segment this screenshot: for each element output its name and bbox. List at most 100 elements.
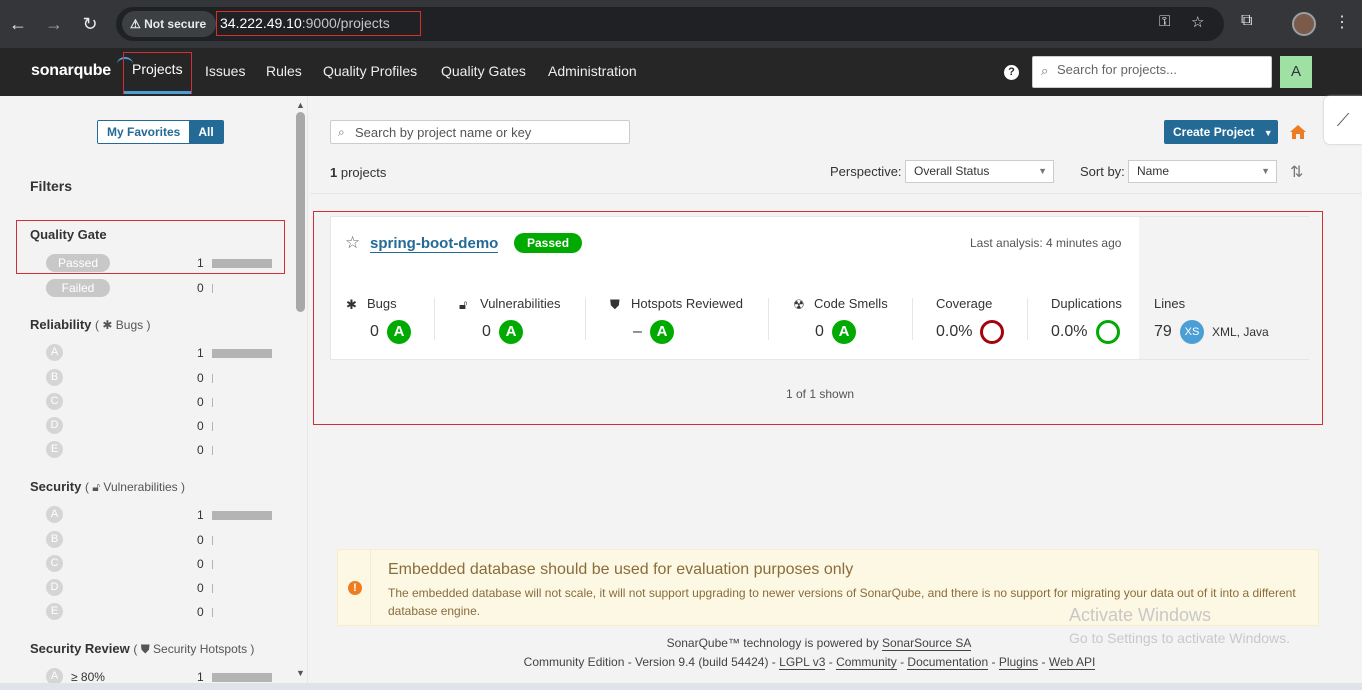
sonarsource-link[interactable]: SonarSource SA: [882, 636, 972, 651]
radiation-icon: ☢: [793, 297, 805, 312]
metric-bugs-grade[interactable]: A: [387, 320, 411, 344]
scroll-down-icon[interactable]: ▼: [296, 668, 305, 678]
home-icon[interactable]: [1289, 124, 1307, 140]
scroll-up-icon[interactable]: ▲: [296, 100, 305, 110]
coverage-donut-icon[interactable]: [980, 320, 1004, 344]
metric-hotspots-grade[interactable]: A: [650, 320, 674, 344]
filter-count: 1: [197, 670, 204, 684]
filter-passed[interactable]: Passed: [46, 254, 110, 272]
side-panel-tab-icon[interactable]: ⟋: [1324, 96, 1362, 144]
metric-hotspots-label[interactable]: ⛊ Hotspots Reviewed: [610, 296, 743, 312]
metric-code-smells-label[interactable]: ☢ Code Smells: [793, 296, 888, 312]
security-label: Not secure: [144, 17, 207, 31]
community-link[interactable]: Community: [836, 655, 897, 670]
metric-coverage-label[interactable]: Coverage: [936, 296, 992, 311]
nav-rules[interactable]: Rules: [266, 48, 302, 96]
user-avatar[interactable]: A: [1280, 56, 1312, 88]
metric-vulnerabilities-label[interactable]: 🔓︎ Vulnerabilities: [459, 296, 560, 312]
address-bar[interactable]: ⚠ Not secure 34.222.49.10:9000/projects …: [116, 7, 1224, 41]
metric-bugs-value[interactable]: 0: [370, 323, 379, 341]
nav-quality-profiles[interactable]: Quality Profiles: [323, 48, 417, 96]
rating-a[interactable]: A: [46, 506, 63, 523]
project-count: 1 projects: [330, 165, 386, 180]
metric-bugs-label[interactable]: ✱ Bugs: [346, 296, 397, 312]
web-api-link[interactable]: Web API: [1048, 655, 1096, 670]
project-name-link[interactable]: spring-boot-demo: [370, 235, 499, 253]
project-search-input[interactable]: [355, 125, 625, 140]
create-project-button[interactable]: Create Project ▼: [1164, 120, 1278, 144]
metric-code-smells-grade[interactable]: A: [832, 320, 856, 344]
metric-vulnerabilities-grade[interactable]: A: [499, 320, 523, 344]
metric-code-smells-value[interactable]: 0: [815, 323, 824, 341]
rating-a[interactable]: A: [46, 344, 63, 361]
metric-coverage-value[interactable]: 0.0%: [936, 323, 972, 341]
filter-bar: [212, 374, 213, 383]
quality-gate-title[interactable]: Quality Gate: [30, 227, 107, 242]
perspective-select[interactable]: Overall Status ▼: [905, 160, 1054, 183]
filter-count: 0: [197, 605, 204, 619]
security-title[interactable]: Security ( 🔓︎ Vulnerabilities ): [30, 479, 185, 495]
metric-duplications-label[interactable]: Duplications: [1051, 296, 1122, 311]
rating-c[interactable]: C: [46, 555, 63, 572]
filter-count: 0: [197, 581, 204, 595]
menu-dots-icon[interactable]: ⋮: [1334, 12, 1350, 32]
url-path: :9000/projects: [301, 15, 390, 31]
browser-toolbar: ← → ↻ ⚠ Not secure 34.222.49.10:9000/pro…: [0, 0, 1362, 48]
sonarqube-logo[interactable]: sonarqube: [31, 57, 133, 80]
my-favorites-button[interactable]: My Favorites: [98, 121, 190, 143]
sidebar-scrollbar[interactable]: [296, 112, 305, 312]
filter-count: 0: [197, 419, 204, 433]
rating-e[interactable]: E: [46, 603, 63, 620]
all-button[interactable]: All: [189, 121, 223, 143]
nav-administration[interactable]: Administration: [548, 48, 637, 96]
forward-arrow-icon[interactable]: →: [42, 12, 66, 36]
filter-count: 0: [197, 281, 204, 295]
global-search-input[interactable]: [1057, 62, 1267, 77]
rating-d[interactable]: D: [46, 417, 63, 434]
sort-order-icon[interactable]: ⇅: [1290, 162, 1303, 182]
security-badge[interactable]: ⚠ Not secure: [122, 11, 217, 37]
profile-avatar[interactable]: [1292, 12, 1316, 36]
bookmark-star-icon[interactable]: ☆: [1191, 13, 1204, 31]
rating-c[interactable]: C: [46, 393, 63, 410]
lock-icon: 🔓︎: [92, 480, 101, 494]
global-search[interactable]: ⌕: [1032, 56, 1272, 88]
metric-hotspots-value[interactable]: –: [633, 323, 642, 341]
rating-b[interactable]: B: [46, 369, 63, 386]
url-text[interactable]: 34.222.49.10:9000/projects: [216, 11, 421, 36]
plugins-link[interactable]: Plugins: [998, 655, 1039, 670]
filter-failed[interactable]: Failed: [46, 279, 110, 297]
filter-bar: [212, 422, 213, 431]
rating-e[interactable]: E: [46, 441, 63, 458]
metric-vulnerabilities-value[interactable]: 0: [482, 323, 491, 341]
reliability-title[interactable]: Reliability ( ✱ Bugs ): [30, 317, 151, 332]
nav-quality-gates[interactable]: Quality Gates: [441, 48, 526, 96]
reload-icon[interactable]: ↻: [78, 12, 102, 36]
project-count-number: 1: [330, 165, 338, 180]
favorite-star-icon[interactable]: ☆: [345, 233, 360, 253]
rating-b[interactable]: B: [46, 531, 63, 548]
nav-projects[interactable]: Projects: [123, 52, 192, 94]
filter-count: 0: [197, 371, 204, 385]
license-link[interactable]: LGPL v3: [779, 655, 826, 670]
metric-separator: [434, 298, 435, 340]
extensions-icon[interactable]: ⧉: [1241, 12, 1252, 30]
project-search[interactable]: ⌕: [330, 120, 630, 144]
back-arrow-icon[interactable]: ←: [6, 12, 30, 36]
caret-down-icon: ▼: [1261, 166, 1270, 176]
nav-issues[interactable]: Issues: [205, 48, 245, 96]
perspective-value: Overall Status: [914, 164, 990, 178]
search-icon: ⌕: [338, 125, 345, 139]
metric-duplications-value[interactable]: 0.0%: [1051, 323, 1087, 341]
key-icon[interactable]: ⚿: [1159, 13, 1170, 30]
rating-d[interactable]: D: [46, 579, 63, 596]
duplications-donut-icon[interactable]: [1096, 320, 1120, 344]
caret-down-icon: ▼: [1038, 166, 1047, 176]
sortby-select[interactable]: Name ▼: [1128, 160, 1277, 183]
documentation-link[interactable]: Documentation: [907, 655, 989, 670]
filter-bar: [212, 608, 213, 617]
security-sub: Vulnerabilities: [103, 480, 178, 494]
logo-text: sonarqube: [31, 62, 111, 79]
help-icon[interactable]: ?: [1004, 65, 1019, 80]
last-analysis: Last analysis: 4 minutes ago: [970, 236, 1122, 250]
